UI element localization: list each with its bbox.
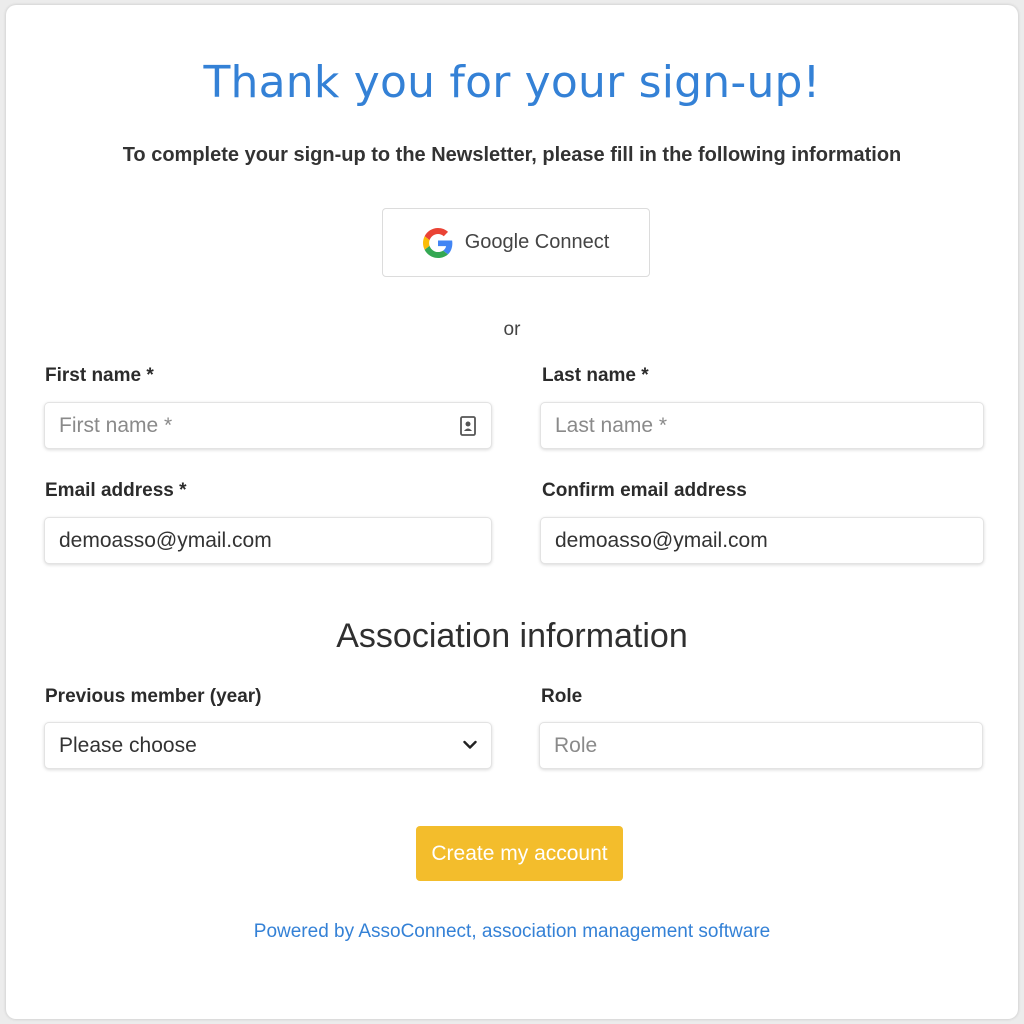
google-connect-label: Google Connect	[464, 231, 610, 253]
confirm-email-input[interactable]	[555, 528, 969, 553]
create-account-button[interactable]: Create my account	[416, 826, 623, 881]
last-name-field-wrapper	[540, 402, 984, 449]
previous-member-select[interactable]: Please choose	[44, 722, 492, 769]
first-name-field-wrapper	[44, 402, 492, 449]
email-label: Email address *	[45, 480, 187, 501]
powered-by-link[interactable]: Powered by AssoConnect, association mana…	[6, 921, 1018, 943]
first-name-input[interactable]	[59, 413, 459, 438]
role-label: Role	[541, 686, 583, 707]
previous-member-label: Previous member (year)	[45, 686, 262, 707]
role-field-wrapper	[539, 722, 983, 769]
contact-card-icon[interactable]	[459, 415, 477, 437]
confirm-email-label: Confirm email address	[542, 480, 747, 501]
or-divider: or	[503, 319, 521, 340]
last-name-label: Last name *	[542, 365, 649, 386]
confirm-email-field-wrapper	[540, 517, 984, 564]
google-connect-button[interactable]: Google Connect	[382, 208, 650, 277]
email-input[interactable]	[59, 528, 477, 553]
signup-card: Thank you for your sign-up! To complete …	[6, 5, 1018, 1019]
association-section-title: Association information	[336, 617, 688, 655]
role-input[interactable]	[554, 733, 968, 758]
page-title: Thank you for your sign-up!	[203, 57, 821, 108]
page-subtitle: To complete your sign-up to the Newslett…	[122, 144, 902, 166]
google-icon	[422, 227, 453, 258]
chevron-down-icon	[463, 737, 477, 755]
last-name-input[interactable]	[555, 413, 969, 438]
email-field-wrapper	[44, 517, 492, 564]
first-name-label: First name *	[45, 365, 154, 386]
previous-member-selected: Please choose	[59, 733, 197, 757]
